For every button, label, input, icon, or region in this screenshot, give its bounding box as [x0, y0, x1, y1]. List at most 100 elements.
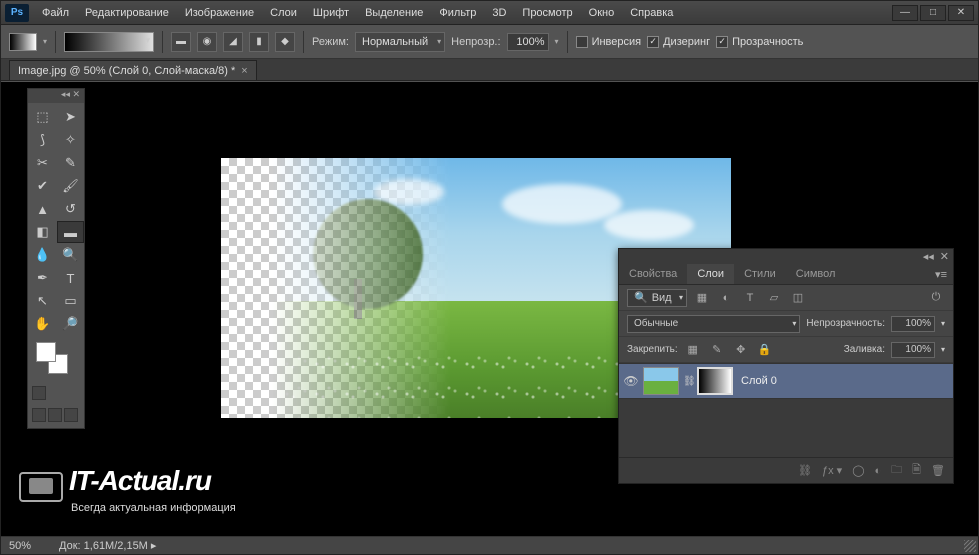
gradient-linear-icon[interactable]: ▬	[171, 32, 191, 52]
gradient-preset-picker[interactable]	[64, 32, 154, 52]
opacity-input[interactable]: 100%	[507, 33, 549, 51]
filter-toggle-icon[interactable]: ⏻	[927, 289, 945, 307]
layer-fx-icon[interactable]: ƒx ▾	[822, 464, 842, 477]
layer-filter-select[interactable]: 🔍Вид	[627, 289, 687, 307]
menu-file[interactable]: Файл	[35, 4, 76, 22]
filter-type-icon[interactable]: T	[741, 289, 759, 307]
lock-all-icon[interactable]: 🔒	[756, 341, 774, 359]
eyedropper-tool[interactable]: ✎	[57, 152, 84, 174]
lock-move-icon[interactable]: ✥	[732, 341, 750, 359]
panel-close-icon[interactable]: ✕	[940, 250, 949, 263]
mask-thumbnail[interactable]	[697, 367, 733, 395]
lock-position-brush-icon[interactable]: ✎	[708, 341, 726, 359]
color-swatches[interactable]	[32, 340, 80, 380]
link-layers-icon[interactable]: ⛓	[798, 464, 812, 477]
shape-tool[interactable]: ▭	[57, 290, 84, 312]
stamp-tool[interactable]: ▲	[29, 198, 56, 220]
filter-adjust-icon[interactable]: ◐	[717, 289, 735, 307]
tab-layers[interactable]: Слои	[687, 264, 734, 284]
filter-shape-icon[interactable]: ▱	[765, 289, 783, 307]
document-tab[interactable]: Image.jpg @ 50% (Слой 0, Слой-маска/8) *…	[9, 60, 257, 80]
quick-mask-icon[interactable]	[32, 386, 46, 400]
transparency-checkbox[interactable]: Прозрачность	[716, 36, 803, 48]
visibility-icon[interactable]: 👁	[623, 374, 639, 388]
type-tool[interactable]: T	[57, 267, 84, 289]
layer-name[interactable]: Слой 0	[741, 375, 777, 387]
gradient-tool-icon[interactable]	[9, 33, 37, 51]
reverse-checkbox[interactable]: Инверсия	[576, 36, 642, 48]
dodge-tool[interactable]: 🔍	[57, 244, 84, 266]
layer-fill-input[interactable]: 100%	[891, 342, 935, 358]
maximize-button[interactable]: □	[920, 5, 946, 21]
mask-link-icon[interactable]: ⛓	[683, 376, 693, 387]
gradient-diamond-icon[interactable]: ◆	[275, 32, 295, 52]
dropdown-icon[interactable]: ▾	[555, 37, 559, 46]
layer-list-empty[interactable]	[619, 421, 953, 457]
lasso-tool[interactable]: ⟆	[29, 129, 56, 151]
panel-menu-icon[interactable]: ▾≡	[929, 265, 953, 284]
menu-help[interactable]: Справка	[623, 4, 680, 22]
tools-panel-header[interactable]: ◂◂ ✕	[28, 89, 84, 103]
dither-checkbox[interactable]: Дизеринг	[647, 36, 710, 48]
dropdown-icon[interactable]: ▾	[941, 319, 945, 328]
menu-view[interactable]: Просмотр	[515, 4, 579, 22]
new-group-icon[interactable]: 🗀	[891, 461, 902, 480]
magic-wand-tool[interactable]: ✧	[57, 129, 84, 151]
hand-tool[interactable]: ✋	[29, 313, 56, 335]
layer-list[interactable]: 👁 ⛓ Слой 0	[619, 363, 953, 421]
new-layer-icon[interactable]: 🗎	[912, 461, 921, 480]
menu-select[interactable]: Выделение	[358, 4, 430, 22]
eraser-tool[interactable]: ◧	[29, 221, 56, 243]
layer-thumbnail[interactable]	[643, 367, 679, 395]
healing-tool[interactable]: ✔	[29, 175, 56, 197]
menu-edit[interactable]: Редактирование	[78, 4, 176, 22]
zoom-level[interactable]: 50%	[9, 540, 31, 552]
blur-tool[interactable]: 💧	[29, 244, 56, 266]
gradient-reflected-icon[interactable]: ▮	[249, 32, 269, 52]
resize-grip[interactable]	[964, 540, 976, 552]
tab-properties[interactable]: Свойства	[619, 264, 687, 284]
watermark-title: IT-Actual.ru	[69, 465, 211, 496]
filter-pixel-icon[interactable]: ▦	[693, 289, 711, 307]
dropdown-icon[interactable]: ▾	[941, 345, 945, 354]
panel-header[interactable]: ◂◂ ✕	[619, 249, 953, 263]
history-brush-tool[interactable]: ↺	[57, 198, 84, 220]
zoom-tool[interactable]: 🔎	[57, 313, 84, 335]
gradient-tool[interactable]: ▬	[57, 221, 84, 243]
delete-layer-icon[interactable]: 🗑	[931, 464, 945, 477]
screen-mode-icon[interactable]	[64, 408, 78, 422]
move-tool[interactable]: ⬚	[29, 106, 56, 128]
path-tool[interactable]: ↖	[29, 290, 56, 312]
tab-character[interactable]: Символ	[786, 264, 846, 284]
menu-type[interactable]: Шрифт	[306, 4, 356, 22]
adjustment-layer-icon[interactable]: ◐	[875, 465, 882, 477]
screen-mode-icon[interactable]	[32, 408, 46, 422]
screen-mode-icon[interactable]	[48, 408, 62, 422]
tab-styles[interactable]: Стили	[734, 264, 786, 284]
layer-row[interactable]: 👁 ⛓ Слой 0	[619, 363, 953, 399]
lock-pixels-icon[interactable]: ▦	[684, 341, 702, 359]
gradient-radial-icon[interactable]: ◉	[197, 32, 217, 52]
blend-mode-select[interactable]: Нормальный	[355, 32, 445, 52]
menu-window[interactable]: Окно	[582, 4, 622, 22]
pen-tool[interactable]: ✒	[29, 267, 56, 289]
minimize-button[interactable]: —	[892, 5, 918, 21]
doc-size-info[interactable]: Док: 1,61M/2,15M ▸	[59, 539, 156, 552]
foreground-color[interactable]	[36, 342, 56, 362]
menu-layers[interactable]: Слои	[263, 4, 304, 22]
filter-smart-icon[interactable]: ◫	[789, 289, 807, 307]
brush-tool[interactable]: 🖌	[57, 175, 84, 197]
add-mask-icon[interactable]: ◯	[852, 464, 864, 477]
tab-close-icon[interactable]: ×	[241, 65, 247, 77]
close-button[interactable]: ✕	[948, 5, 974, 21]
crop-tool[interactable]: ✂	[29, 152, 56, 174]
menu-image[interactable]: Изображение	[178, 4, 261, 22]
menu-filter[interactable]: Фильтр	[432, 4, 483, 22]
menu-3d[interactable]: 3D	[485, 4, 513, 22]
selection-tool[interactable]: ➤	[57, 106, 84, 128]
layer-opacity-input[interactable]: 100%	[891, 316, 935, 332]
blend-mode-select[interactable]: Обычные	[627, 315, 800, 333]
collapse-icon[interactable]: ◂◂	[923, 250, 934, 263]
dropdown-icon[interactable]: ▾	[43, 37, 47, 46]
gradient-angle-icon[interactable]: ◢	[223, 32, 243, 52]
